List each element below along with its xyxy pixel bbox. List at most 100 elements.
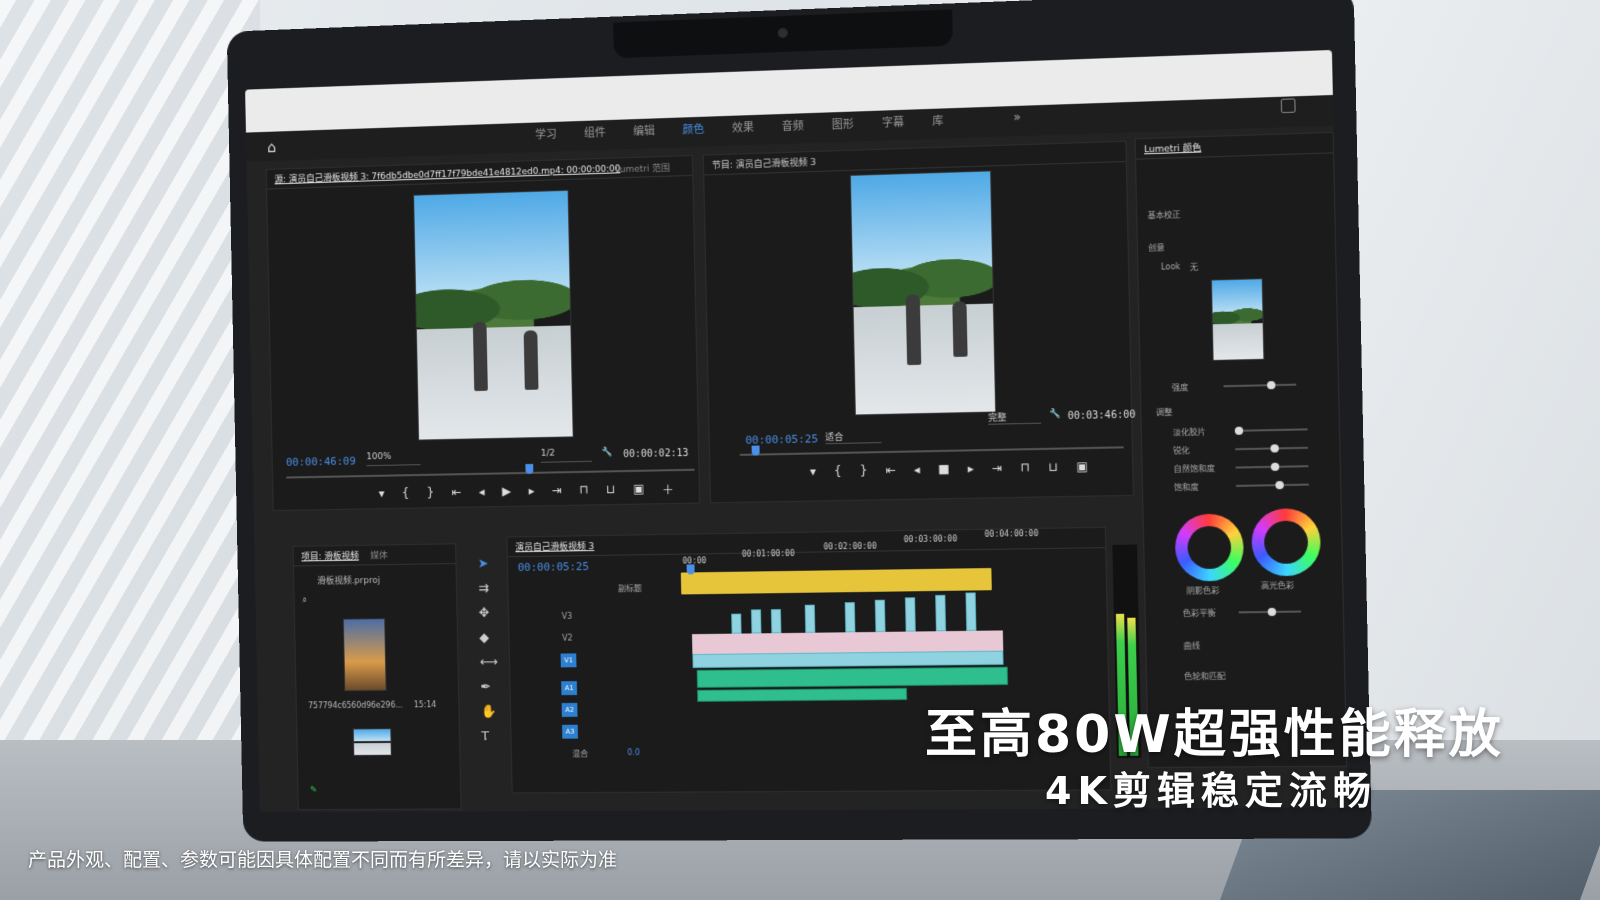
source-playhead[interactable]	[525, 464, 533, 474]
mark-out-bracket-icon[interactable]: }	[426, 486, 434, 503]
clip-v2-4[interactable]	[805, 605, 816, 633]
clip-a1[interactable]	[697, 667, 1008, 688]
sharpen-slider[interactable]	[1235, 447, 1308, 450]
saturation-slider[interactable]	[1236, 484, 1309, 487]
program-mark-out-icon[interactable]: }	[860, 463, 868, 477]
project-clip-thumbnail-2[interactable]	[353, 728, 392, 756]
selection-tool-icon[interactable]: ➤	[478, 556, 496, 571]
ripple-edit-icon[interactable]: ✥	[479, 606, 497, 621]
step-back-icon[interactable]: ◂	[478, 485, 484, 502]
clip-v2-8[interactable]	[935, 595, 946, 631]
source-resolution-select[interactable]: 1/2	[541, 448, 592, 463]
program-marker-icon[interactable]: ▾	[810, 464, 816, 478]
clip-v2-1[interactable]	[731, 614, 741, 634]
tab-edit[interactable]: 编辑	[633, 122, 655, 139]
lift-icon[interactable]: ⊓	[1020, 460, 1030, 474]
tab-graphics[interactable]: 图形	[832, 116, 854, 133]
curves-section[interactable]: 曲线	[1183, 640, 1200, 651]
tab-captions[interactable]: 字幕	[882, 114, 904, 131]
source-monitor-title[interactable]: 源: 演员自己滑板视频 3: 7f6db5dbe0d7ff17f79bde41e…	[274, 161, 620, 185]
project-clip-name[interactable]: 757794c6560d96e296...	[308, 701, 403, 711]
clip-v2-6[interactable]	[875, 600, 886, 632]
search-icon[interactable]: ⌕	[302, 596, 307, 606]
mix-value[interactable]: 0.0	[627, 748, 640, 757]
program-quality-select[interactable]: 完整	[988, 410, 1041, 425]
program-wrench-icon[interactable]: 🔧	[1049, 409, 1061, 419]
adjust-section[interactable]: 调整	[1156, 407, 1173, 419]
program-scrub-bar[interactable]	[740, 446, 1124, 456]
go-to-out-icon[interactable]: ⇥	[552, 483, 562, 500]
tab-color[interactable]: 颜色	[682, 121, 704, 138]
program-playhead[interactable]	[752, 446, 760, 456]
clip-v1-main[interactable]	[692, 651, 1003, 668]
mark-in-bracket-icon[interactable]: {	[402, 486, 410, 503]
hand-tool-icon[interactable]: ✋	[481, 705, 499, 720]
clip-v2-9[interactable]	[965, 592, 976, 630]
step-forward-icon[interactable]: ▸	[528, 484, 534, 501]
play-icon[interactable]: ▶	[502, 484, 511, 501]
program-step-back-icon[interactable]: ◂	[914, 462, 920, 476]
more-workspaces-icon[interactable]: »	[1013, 110, 1021, 124]
project-clip-thumbnail[interactable]	[343, 618, 387, 691]
media-browser-tab[interactable]: 媒体	[370, 548, 388, 561]
tab-learn[interactable]: 学习	[535, 126, 557, 143]
timeline-sequence-tab[interactable]: 演员自己滑板视频 3	[515, 539, 594, 553]
highlight-tint-wheel[interactable]	[1251, 508, 1321, 577]
program-export-frame-icon[interactable]: ▣	[1076, 459, 1088, 473]
timeline-playhead[interactable]	[687, 564, 695, 574]
program-mark-in-icon[interactable]: {	[834, 464, 842, 478]
track-v2-label[interactable]: V2	[562, 634, 573, 643]
razor-tool-icon[interactable]: ◆	[479, 631, 497, 646]
slip-tool-icon[interactable]: ⟷	[480, 655, 498, 670]
track-a2-label[interactable]: A2	[562, 703, 578, 717]
insert-icon[interactable]: ⊓	[579, 483, 589, 500]
track-select-icon[interactable]: ⇉	[478, 581, 496, 596]
wrench-icon[interactable]: 🔧	[601, 447, 612, 457]
pen-tool-icon[interactable]: ✒	[480, 680, 498, 695]
quick-export-icon[interactable]	[1281, 98, 1296, 113]
program-fit-select[interactable]: 适合	[825, 429, 881, 444]
clip-v2-2[interactable]	[751, 609, 761, 633]
clip-a2[interactable]	[697, 688, 907, 702]
extract-icon[interactable]: ⊔	[1048, 460, 1058, 474]
work-area-bar[interactable]	[681, 568, 992, 594]
project-tab[interactable]: 项目: 滑板视频	[301, 549, 359, 563]
program-go-to-out-icon[interactable]: ⇥	[992, 461, 1003, 475]
mark-in-icon[interactable]: ▾	[379, 486, 385, 503]
clip-v2-5[interactable]	[845, 602, 856, 632]
track-v3-label[interactable]: V3	[562, 612, 573, 621]
program-go-to-in-icon[interactable]: ⇤	[885, 463, 895, 477]
look-select[interactable]: 无	[1190, 262, 1199, 273]
program-stop-icon[interactable]: ■	[938, 462, 950, 476]
type-tool-icon[interactable]: T	[481, 729, 499, 744]
track-a1-label[interactable]: A1	[561, 681, 577, 695]
timeline-timecode[interactable]: 00:00:05:25	[518, 560, 589, 574]
source-timecode[interactable]: 00:00:46:09	[286, 455, 356, 469]
tab-audio[interactable]: 音频	[782, 117, 804, 134]
look-preview-thumbnail[interactable]	[1211, 278, 1265, 361]
program-step-forward-icon[interactable]: ▸	[968, 461, 974, 475]
overwrite-icon[interactable]: ⊔	[606, 482, 616, 499]
export-frame-icon[interactable]: ▣	[633, 482, 645, 499]
go-to-in-icon[interactable]: ⇤	[451, 485, 461, 502]
clip-v2-3[interactable]	[771, 609, 781, 633]
shadow-tint-wheel[interactable]	[1175, 513, 1245, 581]
source-zoom-select[interactable]: 100%	[366, 451, 420, 466]
tab-assembly[interactable]: 组件	[584, 124, 606, 141]
tab-libraries[interactable]: 库	[932, 112, 943, 128]
tint-balance-slider[interactable]	[1239, 611, 1301, 614]
basic-correction-section[interactable]: 基本校正	[1147, 209, 1180, 221]
creative-section[interactable]: 创意	[1148, 242, 1165, 254]
program-monitor-title[interactable]: 节目: 演员自己滑板视频 3	[712, 155, 816, 171]
track-a3-label[interactable]: A3	[562, 725, 578, 739]
source-scrub-bar[interactable]	[286, 469, 694, 479]
pencil-icon[interactable]: ✎	[310, 786, 317, 796]
lumetri-scopes-tab[interactable]: Lumetri 范围	[615, 161, 670, 176]
home-icon[interactable]: ⌂	[267, 139, 283, 155]
tab-effects[interactable]: 效果	[732, 119, 754, 136]
lumetri-title[interactable]: Lumetri 颜色	[1144, 140, 1201, 155]
faded-film-slider[interactable]	[1235, 428, 1308, 432]
track-v1-label[interactable]: V1	[561, 653, 577, 667]
color-match-section[interactable]: 色轮和匹配	[1184, 671, 1226, 683]
clip-v2-7[interactable]	[905, 597, 916, 631]
